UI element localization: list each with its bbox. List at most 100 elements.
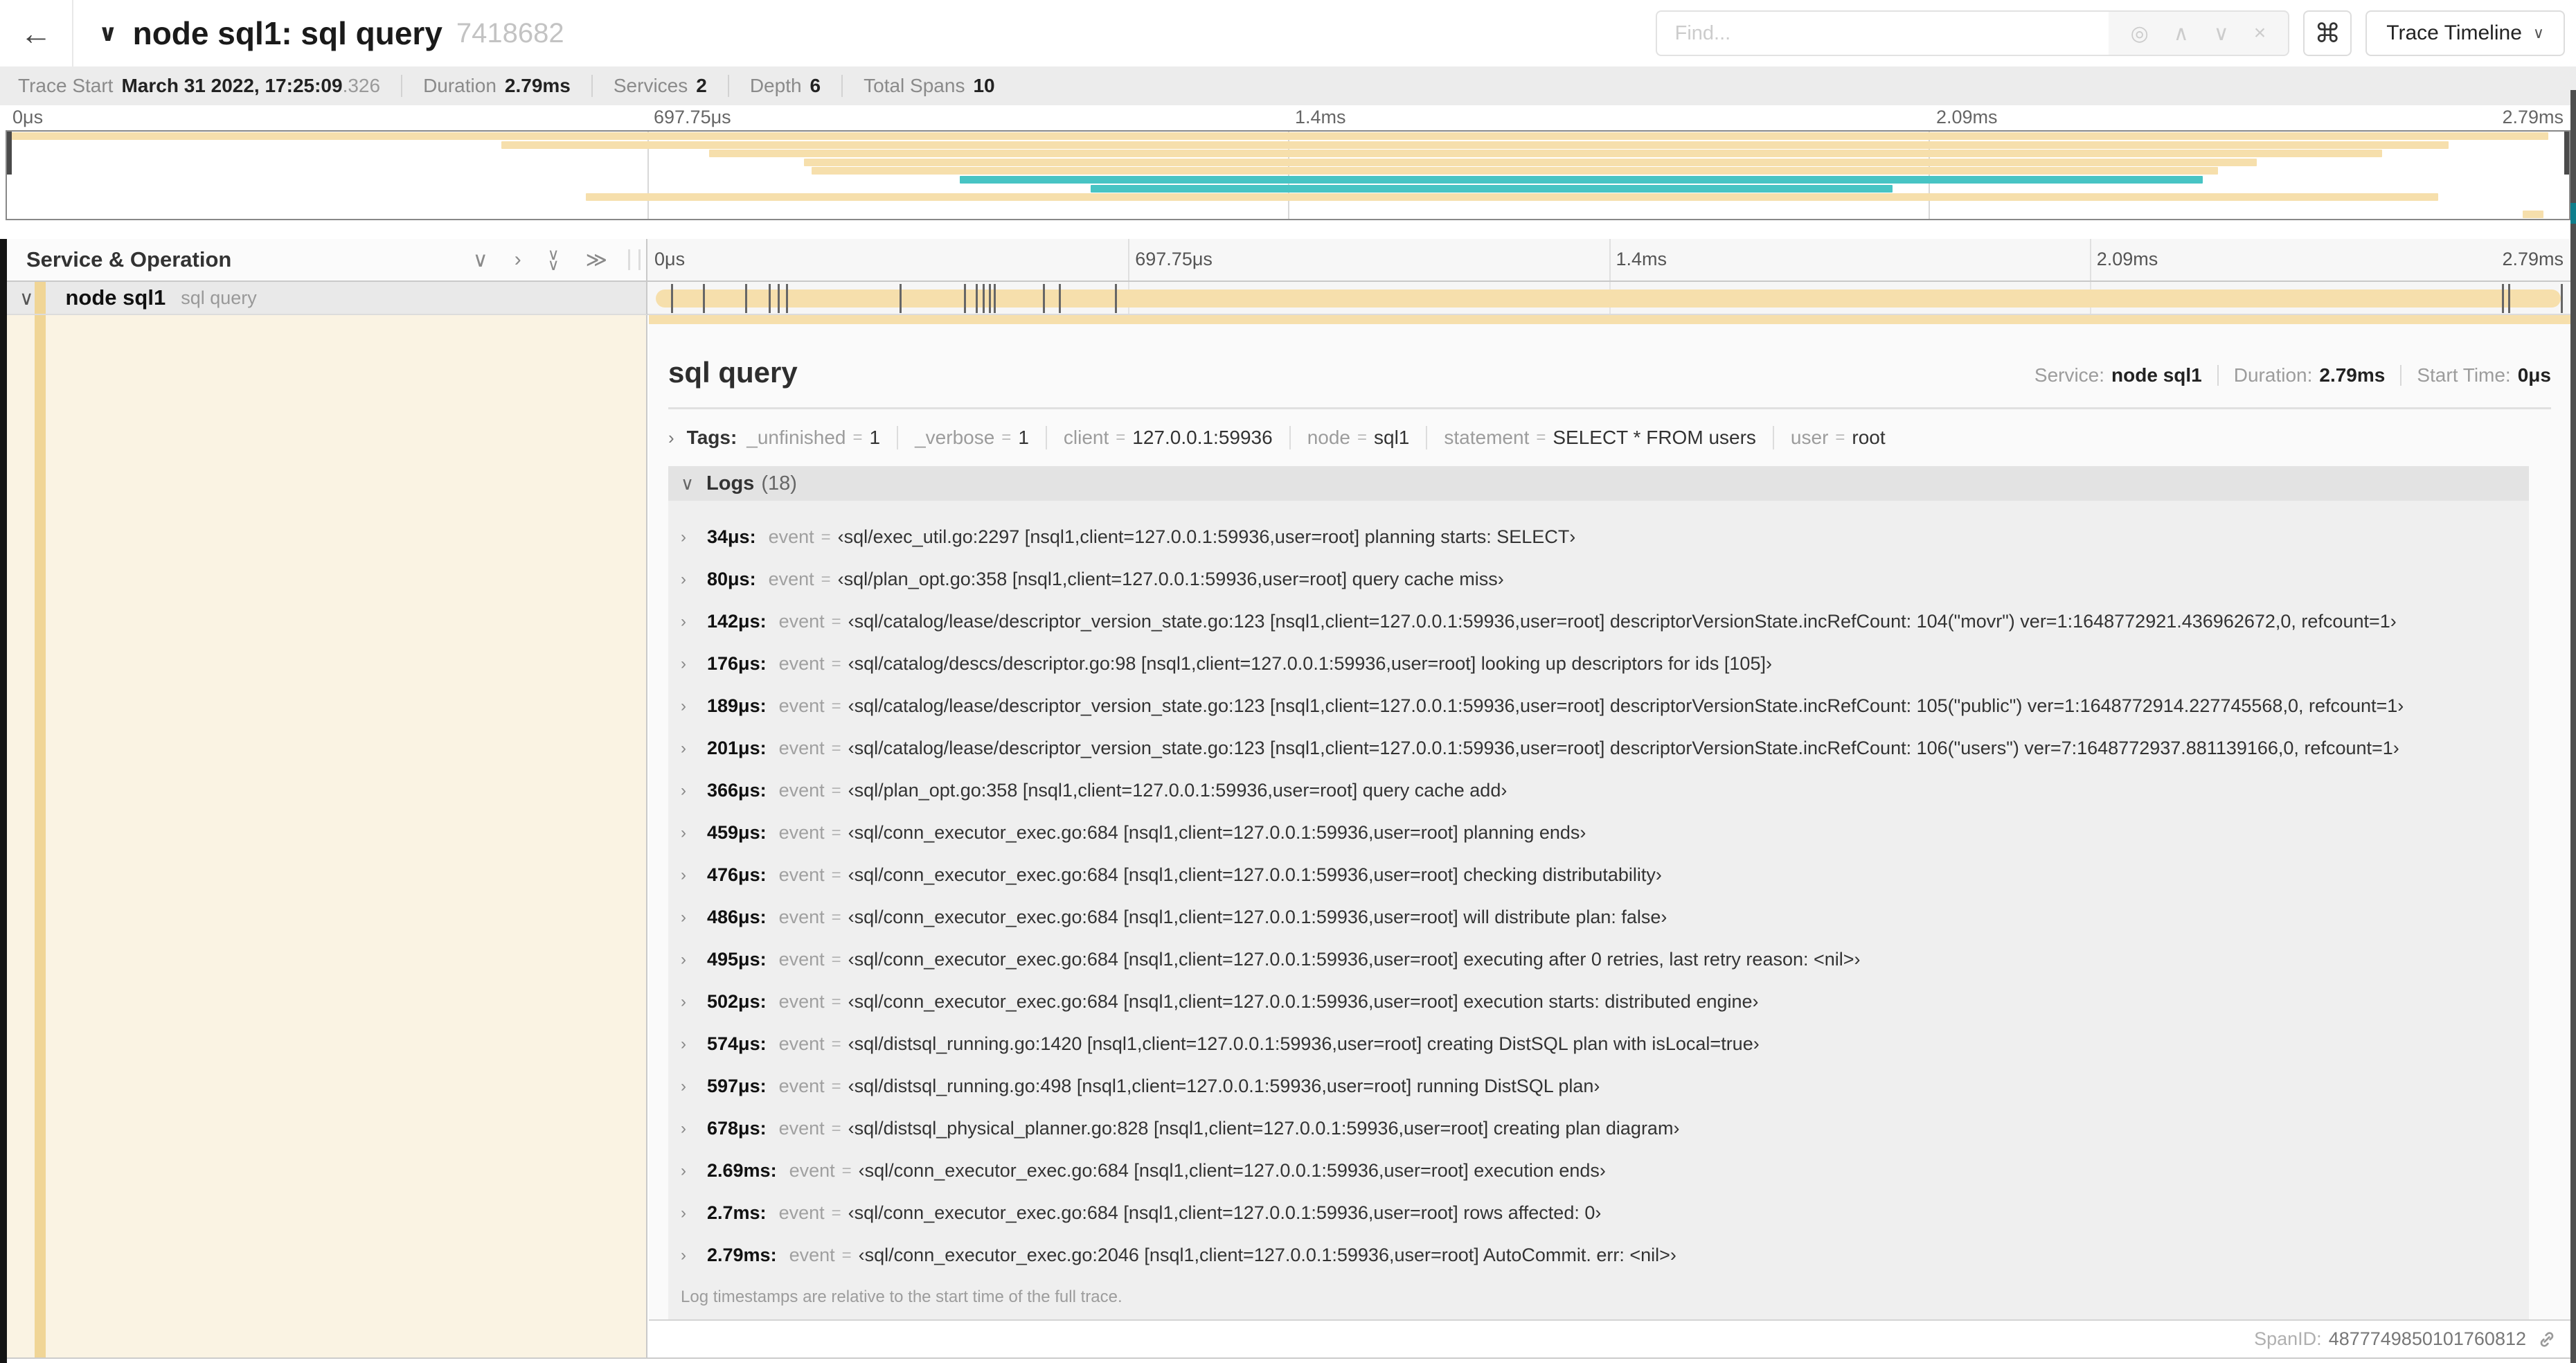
minimap-tick-label: 1.4ms [1295,107,1346,127]
chevron-right-icon: › [681,907,686,927]
log-entry-row[interactable]: › 189μs: event = ‹sql/catalog/lease/desc… [668,685,2529,727]
vertical-scrollbar[interactable] [2570,90,2576,1363]
stat-label: Start Time: [2417,364,2511,386]
prev-match-icon[interactable]: ∧ [2174,21,2189,46]
log-entry-row[interactable]: › 366μs: event = ‹sql/plan_opt.go:358 [n… [668,769,2529,812]
log-entry-row[interactable]: › 176μs: event = ‹sql/catalog/descs/desc… [668,643,2529,685]
log-equals: = [831,1034,841,1053]
log-entry-row[interactable]: › 476μs: event = ‹sql/conn_executor_exec… [668,854,2529,896]
header-controls: ◎ ∧ ∨ × ⌘ Trace Timeline ∨ [1655,10,2565,56]
trace-stat: Trace Start March 31 2022, 17:25:09 .326 [18,75,380,97]
log-timestamp: 502μs: [707,991,767,1012]
double-chevron-right-icon[interactable]: ≫ [586,248,607,272]
command-icon: ⌘ [2314,19,2341,48]
spanid-value: 4877749850101760812 [2328,1328,2526,1349]
double-chevron-down-icon[interactable]: ∨ ∨ [548,247,560,273]
log-key: event [789,1160,835,1181]
span-color-bar [35,315,46,1359]
minimap-right-scrub-handle[interactable] [2564,132,2569,175]
chevron-right-icon: › [681,527,686,546]
keyboard-shortcuts-button[interactable]: ⌘ [2303,10,2352,56]
clear-search-icon[interactable]: × [2254,21,2266,45]
chevron-down-icon[interactable]: ∨ [473,248,488,272]
column-resizer-handle[interactable] [628,249,641,270]
log-timestamp: 597μs: [707,1076,767,1096]
log-key: event [778,738,825,758]
back-button[interactable]: ← [0,0,73,66]
stat-value: 2 [696,75,707,96]
log-equals: = [821,569,831,589]
log-value: ‹sql/exec_util.go:2297 [nsql1,client=127… [837,526,1576,547]
view-selector-button[interactable]: Trace Timeline ∨ [2365,10,2565,56]
minimap-span-bar [2523,211,2543,219]
log-entry-row[interactable]: › 678μs: event = ‹sql/distsql_physical_p… [668,1107,2529,1150]
log-timestamp: 495μs: [707,949,767,970]
tag-value: 1 [1018,427,1029,448]
find-actions: ◎ ∧ ∨ × [2108,10,2290,56]
log-timestamp: 366μs: [707,780,767,801]
logs-list: › 34μs: event = ‹sql/exec_util.go:2297 [… [668,501,2529,1279]
minimap-left-scrub-handle[interactable] [7,132,12,175]
log-value: ‹sql/catalog/lease/descriptor_version_st… [848,738,2399,758]
divider [7,1357,2570,1359]
log-entry-row[interactable]: › 597μs: event = ‹sql/distsql_running.go… [668,1065,2529,1107]
log-entry-row[interactable]: › 486μs: event = ‹sql/conn_executor_exec… [668,896,2529,938]
divider [668,407,2551,409]
chevron-down-icon[interactable]: ∨ [19,287,34,310]
tag-key: node [1307,427,1350,448]
log-timestamp: 2.7ms: [707,1202,767,1223]
link-icon[interactable] [2536,1328,2558,1351]
logs-footer: Log timestamps are relative to the start… [668,1279,2529,1319]
log-equals: = [831,738,841,758]
log-entry-row[interactable]: › 2.79ms: event = ‹sql/conn_executor_exe… [668,1234,2529,1276]
span-log-mark [702,284,705,313]
stat-value: March 31 2022, 17:25:09 [121,75,343,96]
log-entry-row[interactable]: › 502μs: event = ‹sql/conn_executor_exec… [668,981,2529,1023]
logs-accordian-header[interactable]: ∨ Logs (18) [668,466,2529,501]
log-value: ‹sql/distsql_running.go:498 [nsql1,clien… [848,1076,1600,1096]
chevron-right-icon: › [681,1203,686,1222]
detail-row-span-strip [649,315,2570,324]
log-entry-row[interactable]: › 142μs: event = ‹sql/catalog/lease/desc… [668,600,2529,643]
chevron-right-icon[interactable]: › [515,248,521,271]
span-color-bar [35,282,46,314]
timeline-ruler: 0μs 697.75μs 1.4ms 2.09ms 2.79ms [647,239,2570,282]
tag-key: _verbose [915,427,995,448]
log-value: ‹sql/catalog/lease/descriptor_version_st… [848,695,2404,716]
log-key: event [778,653,825,674]
span-duration-bar[interactable] [656,289,2561,308]
back-arrow-icon: ← [20,15,52,51]
next-match-icon[interactable]: ∨ [2214,21,2229,46]
log-entry-row[interactable]: › 2.7ms: event = ‹sql/conn_executor_exec… [668,1192,2529,1234]
log-entry-row[interactable]: › 574μs: event = ‹sql/distsql_running.go… [668,1023,2529,1065]
tag-item: statement = SELECT * FROM users [1409,426,1756,449]
chevron-right-icon: › [681,654,686,673]
span-row-timeline-cell[interactable] [647,282,2570,315]
log-entry-row[interactable]: › 459μs: event = ‹sql/conn_executor_exec… [668,812,2529,854]
log-equals: = [831,612,841,631]
span-log-mark [778,284,780,313]
log-equals: = [831,654,841,673]
timeline-grid-header: Service & Operation ∨ › ∨ ∨ ≫ 0μs 697.75μ… [7,239,2570,282]
log-entry-row[interactable]: › 201μs: event = ‹sql/catalog/lease/desc… [668,727,2529,769]
log-entry-row[interactable]: › 2.69ms: event = ‹sql/conn_executor_exe… [668,1150,2529,1192]
log-entry-row[interactable]: › 80μs: event = ‹sql/plan_opt.go:358 [ns… [668,558,2529,600]
trace-collapse-icon[interactable]: ∨ [98,19,118,47]
tag-item: _unfinished = 1 [746,427,880,449]
find-input[interactable] [1655,10,2109,56]
minimap-canvas[interactable] [6,130,2570,220]
stat-value: 6 [810,75,821,96]
tags-accordian-row[interactable]: › Tags: _unfinished = 1 _verbose = 1 cli… [668,426,2551,449]
tag-value: 1 [869,427,881,448]
ruler-tick-label: 1.4ms [1616,249,1667,269]
span-row-name-cell[interactable]: ∨ node sql1 sql query [7,282,647,315]
stat-value: 2.79ms [2319,364,2386,386]
locate-icon[interactable]: ◎ [2131,21,2149,46]
log-entry-row[interactable]: › 495μs: event = ‹sql/conn_executor_exec… [668,938,2529,981]
span-detail-stat: Start Time: 0μs [2385,364,2551,386]
span-row[interactable]: ∨ node sql1 sql query [7,282,2570,315]
service-operation-header: Service & Operation ∨ › ∨ ∨ ≫ [7,239,647,282]
log-entry-row[interactable]: › 34μs: event = ‹sql/exec_util.go:2297 [… [668,516,2529,558]
chevron-down-icon: ∨ [2532,24,2544,42]
span-service-name: node sql1 [65,285,166,310]
